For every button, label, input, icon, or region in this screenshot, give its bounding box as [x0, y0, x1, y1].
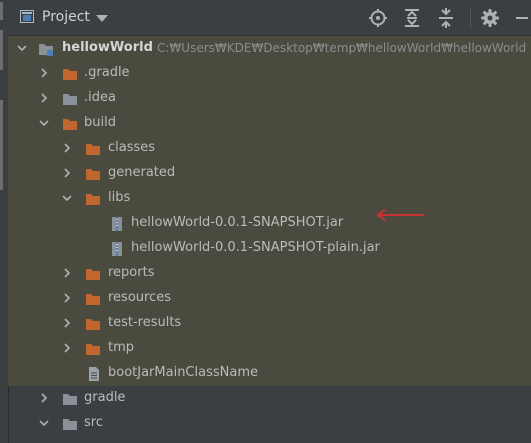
tree-row-label: hellowWorld [62, 40, 153, 55]
folder-icon [86, 194, 100, 205]
tree-row-label: classes [108, 140, 156, 155]
chevron-right-icon[interactable] [61, 317, 73, 329]
chevron-down-icon[interactable] [38, 117, 50, 129]
project-header: Project [8, 0, 531, 36]
tree-row-label: hellowWorld-0.0.1-SNAPSHOT.jar [131, 215, 344, 230]
chevron-right-icon[interactable] [38, 392, 50, 404]
folder-icon [86, 144, 100, 155]
tree-row-label: bootJarMainClassName [108, 365, 258, 380]
project-title[interactable]: Project [42, 9, 90, 25]
text-file-icon [89, 367, 99, 381]
tree-row-partial [8, 436, 531, 443]
chevron-right-icon[interactable] [61, 142, 73, 154]
tree-row-label: resources [108, 290, 172, 305]
tree-row-resources[interactable]: resources [8, 286, 531, 311]
tree-row-label: src [84, 415, 103, 430]
tree-row-gradle[interactable]: gradle [8, 386, 531, 411]
folder-icon [86, 344, 100, 355]
project-view-icon [20, 10, 34, 23]
tree-row-label: hellowWorld-0.0.1-SNAPSHOT-plain.jar [131, 240, 380, 255]
tree-row-label: generated [108, 165, 176, 180]
tree-row-label: reports [108, 265, 155, 280]
tree-row-label: build [84, 115, 116, 130]
strip-marker [0, 2, 3, 20]
folder-icon [86, 319, 100, 330]
folder-icon [63, 69, 77, 80]
tree-row-label: libs [108, 190, 131, 205]
tree-row-snapshot-jar[interactable]: hellowWorld-0.0.1-SNAPSHOT.jar [8, 211, 531, 236]
chevron-right-icon[interactable] [61, 267, 73, 279]
tree-row-bootjar-main-class[interactable]: bootJarMainClassName [8, 361, 531, 386]
chevron-right-icon[interactable] [61, 342, 73, 354]
tree-row-label: .gradle [84, 65, 130, 80]
chevron-down-icon[interactable] [96, 15, 108, 22]
tree-row-idea[interactable]: .idea [8, 86, 531, 111]
expand-all-icon[interactable] [402, 8, 422, 28]
folder-icon [63, 119, 77, 130]
module-folder-icon [39, 44, 53, 56]
locate-icon[interactable] [368, 8, 388, 28]
folder-icon [63, 394, 77, 405]
tree-row-generated[interactable]: generated [8, 161, 531, 186]
chevron-right-icon[interactable] [38, 92, 50, 104]
tree-row-reports[interactable]: reports [8, 261, 531, 286]
chevron-down-icon[interactable] [61, 192, 73, 204]
tree-row-src[interactable]: src [8, 411, 531, 436]
annotation-arrow-icon [376, 209, 424, 221]
tree-row-label: gradle [84, 390, 126, 405]
chevron-right-icon[interactable] [61, 292, 73, 304]
folder-icon [86, 169, 100, 180]
folder-icon [86, 294, 100, 305]
tree-row-label: tmp [108, 340, 135, 355]
tree-row-test-results[interactable]: test-results [8, 311, 531, 336]
chevron-right-icon[interactable] [38, 67, 50, 79]
chevron-down-icon[interactable] [38, 417, 50, 429]
folder-icon [63, 419, 77, 430]
strip-marker [0, 30, 3, 70]
tree-row-tmp[interactable]: tmp [8, 336, 531, 361]
chevron-down-icon[interactable] [16, 42, 28, 54]
jar-file-icon [112, 217, 122, 231]
chevron-right-icon[interactable] [61, 167, 73, 179]
folder-icon [63, 94, 77, 105]
tree-row-label: .idea [84, 90, 116, 105]
tree-row-classes[interactable]: classes [8, 136, 531, 161]
hide-icon[interactable] [514, 8, 531, 28]
module-path: C:₩Users₩KDE₩Desktop₩temp₩hellowWorld₩he… [157, 41, 527, 55]
settings-icon[interactable] [480, 8, 500, 28]
tree-row-hellowworld[interactable]: hellowWorld C:₩Users₩KDE₩Desktop₩temp₩he… [8, 36, 531, 61]
tree-row-build[interactable]: build [8, 111, 531, 136]
tree-row-plain-jar[interactable]: hellowWorld-0.0.1-SNAPSHOT-plain.jar [8, 236, 531, 261]
collapse-all-icon[interactable] [436, 8, 456, 28]
toolbar-separator [470, 8, 471, 28]
jar-file-icon [112, 242, 122, 256]
tree-row-gradle-cache[interactable]: .gradle [8, 61, 531, 86]
project-tool-window: Project hellowWorld C:₩Users₩KDE₩Desktop… [0, 0, 531, 443]
strip-marker [0, 100, 3, 190]
folder-icon [86, 269, 100, 280]
tree-row-libs[interactable]: libs [8, 186, 531, 211]
tree-row-label: test-results [108, 315, 182, 330]
